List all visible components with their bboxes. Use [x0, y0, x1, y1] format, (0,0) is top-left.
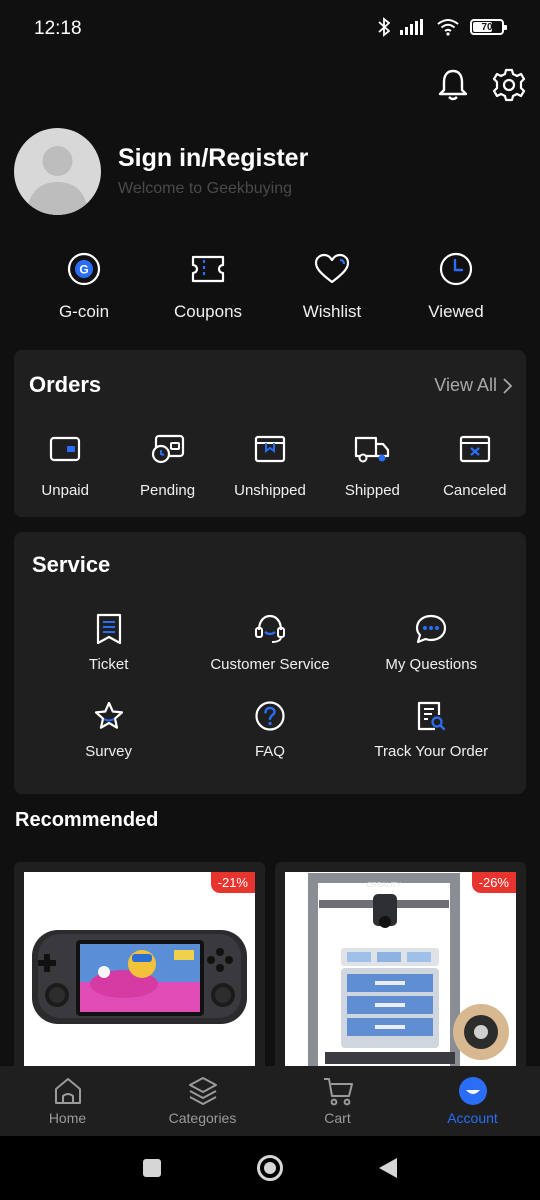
- view-all-orders-link[interactable]: View All: [434, 375, 512, 396]
- system-navigation-bar: [0, 1136, 540, 1200]
- account-icon: [457, 1076, 489, 1106]
- order-status-shipped[interactable]: Shipped: [321, 432, 423, 499]
- discount-badge: -26%: [471, 872, 516, 893]
- quick-links: G G-coin Coupons Wishlist Viewed: [22, 250, 518, 322]
- product-image-3d-printer[interactable]: CREALITY: [285, 872, 516, 1082]
- service-label: FAQ: [254, 743, 285, 760]
- wifi-icon: [437, 19, 459, 36]
- pending-wallet-icon: [150, 432, 186, 466]
- battery-icon: 70: [470, 19, 507, 35]
- heart-icon: [313, 250, 351, 288]
- service-title: Service: [32, 552, 111, 577]
- order-status-label: Unshipped: [234, 482, 306, 499]
- quick-item-g-coin[interactable]: G G-coin: [22, 250, 146, 322]
- order-status-unpaid[interactable]: Unpaid: [14, 432, 116, 499]
- cart-icon: [322, 1076, 354, 1106]
- product-card[interactable]: CREALITY -26%: [275, 862, 526, 1082]
- ticket-icon: [93, 612, 125, 646]
- tab-cart[interactable]: Cart: [270, 1066, 405, 1136]
- service-grid: Ticket Customer Service My Questions Sur…: [28, 612, 512, 760]
- service-label: Ticket: [88, 656, 129, 673]
- tab-home[interactable]: Home: [0, 1066, 135, 1136]
- coupon-icon: [189, 250, 227, 288]
- quick-item-label: Coupons: [173, 302, 243, 321]
- order-status-label: Shipped: [344, 482, 400, 499]
- home-circle-icon[interactable]: [256, 1154, 284, 1182]
- view-all-label: View All: [434, 375, 497, 395]
- chat-bubble-icon: [415, 612, 447, 646]
- service-label: Track Your Order: [374, 743, 489, 760]
- star-icon: [93, 699, 125, 733]
- clock-icon: [437, 250, 475, 288]
- quick-item-label: Viewed: [428, 302, 484, 321]
- printer-brand-text: CREALITY: [367, 882, 402, 889]
- service-card: Service Ticket Customer Service My Quest…: [14, 532, 526, 794]
- wallet-icon: [47, 432, 83, 466]
- order-status-label: Pending: [140, 482, 196, 499]
- service-customer-service[interactable]: Customer Service: [189, 612, 350, 673]
- status-icons: 70: [378, 17, 507, 37]
- quick-item-coupons[interactable]: Coupons: [146, 250, 270, 322]
- battery-level: 70: [481, 21, 493, 33]
- signal-icon: [400, 19, 423, 35]
- home-icon: [52, 1076, 84, 1106]
- profile-header[interactable]: Sign in/Register Welcome to Geekbuying: [14, 128, 526, 216]
- product-card[interactable]: -21%: [14, 862, 265, 1082]
- top-actions: [436, 66, 526, 104]
- g-coin-icon: G: [65, 250, 103, 288]
- quick-item-label: G-coin: [58, 302, 110, 321]
- recommended-title: Recommended: [15, 809, 159, 831]
- service-ticket[interactable]: Ticket: [28, 612, 189, 673]
- back-triangle-icon[interactable]: [378, 1157, 398, 1179]
- quick-item-viewed[interactable]: Viewed: [394, 250, 518, 322]
- service-track-your-order[interactable]: Track Your Order: [351, 699, 512, 760]
- order-status-unshipped[interactable]: Unshipped: [219, 432, 321, 499]
- discount-badge: -21%: [210, 872, 255, 893]
- service-my-questions[interactable]: My Questions: [351, 612, 512, 673]
- svg-text:G: G: [79, 263, 88, 277]
- track-order-icon: [415, 699, 447, 733]
- orders-title: Orders: [29, 372, 102, 397]
- service-label: Customer Service: [210, 656, 330, 673]
- headset-icon: [254, 612, 286, 646]
- orders-card: Orders View All Unpaid Pending Unshipped: [14, 350, 526, 517]
- order-status-label: Unpaid: [41, 482, 89, 499]
- question-icon: [254, 699, 286, 733]
- tab-label: Categories: [168, 1110, 237, 1126]
- tab-label: Account: [447, 1110, 498, 1126]
- avatar[interactable]: [14, 128, 101, 215]
- box-icon: [252, 432, 288, 466]
- product-image-handheld-console[interactable]: [24, 872, 255, 1082]
- quick-item-label: Wishlist: [302, 302, 362, 321]
- order-status-label: Canceled: [443, 482, 507, 499]
- tab-categories[interactable]: Categories: [135, 1066, 270, 1136]
- order-status-row: Unpaid Pending Unshipped Shipped Cancele…: [14, 432, 526, 499]
- bottom-tab-bar: Home Categories Cart Account: [0, 1066, 540, 1136]
- service-label: Survey: [85, 743, 132, 760]
- status-time: 12:18: [34, 18, 82, 39]
- tab-label: Home: [48, 1110, 87, 1126]
- recents-square-icon[interactable]: [142, 1158, 162, 1178]
- order-status-pending[interactable]: Pending: [116, 432, 218, 499]
- chevron-right-icon: [503, 377, 512, 394]
- service-faq[interactable]: FAQ: [189, 699, 350, 760]
- welcome-text: Welcome to Geekbuying: [118, 180, 293, 197]
- sign-in-register-link[interactable]: Sign in/Register: [118, 144, 308, 173]
- quick-item-wishlist[interactable]: Wishlist: [270, 250, 394, 322]
- notification-bell-icon[interactable]: [436, 66, 470, 104]
- tab-account[interactable]: Account: [405, 1066, 540, 1136]
- bluetooth-icon: [378, 17, 390, 37]
- service-label: My Questions: [385, 656, 478, 673]
- tab-label: Cart: [324, 1110, 351, 1126]
- layers-icon: [187, 1076, 219, 1106]
- settings-gear-icon[interactable]: [492, 66, 526, 104]
- canceled-box-icon: [457, 432, 493, 466]
- service-survey[interactable]: Survey: [28, 699, 189, 760]
- truck-icon: [354, 432, 390, 466]
- order-status-canceled[interactable]: Canceled: [424, 432, 526, 499]
- status-bar: 12:18 70: [0, 0, 540, 60]
